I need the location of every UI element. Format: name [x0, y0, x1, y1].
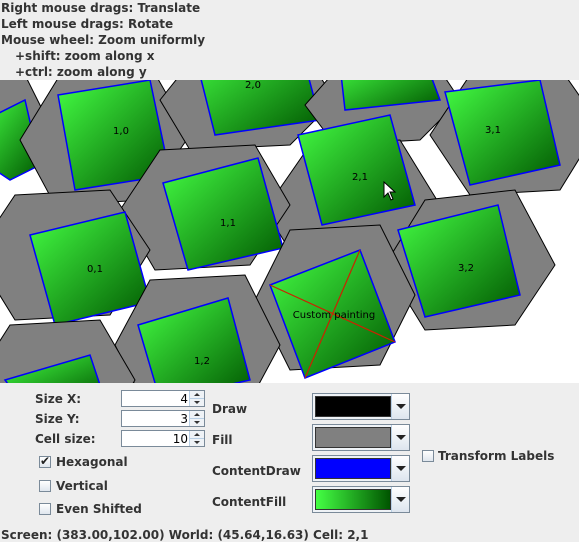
content-fill-label: ContentFill	[212, 495, 287, 509]
check-icon: ✔	[40, 454, 51, 468]
size-y-value: 3	[180, 412, 188, 426]
help-zoom-y: +ctrl: zoom along y	[15, 65, 147, 79]
hexagonal-label[interactable]: Hexagonal	[56, 455, 128, 469]
cell-label-2-1: 2,1	[352, 172, 368, 183]
cell-label-0-1: 0,1	[87, 264, 103, 275]
content-fill-color-combo[interactable]	[312, 486, 410, 513]
chevron-down-icon[interactable]	[194, 421, 200, 424]
draw-label: Draw	[212, 402, 248, 416]
size-y-stepper[interactable]	[189, 411, 204, 426]
even-shifted-checkbox[interactable]	[39, 503, 51, 515]
help-translate: Right mouse drags: Translate	[1, 1, 201, 15]
size-x-spinner[interactable]: 4	[121, 390, 205, 407]
draw-color-combo[interactable]	[312, 393, 410, 420]
chevron-down-icon	[396, 435, 406, 440]
transform-labels-label[interactable]: Transform Labels	[438, 449, 554, 463]
size-x-stepper[interactable]	[189, 391, 204, 406]
help-zoom-x: +shift: zoom along x	[15, 49, 155, 63]
size-y-label: Size Y:	[35, 412, 80, 426]
help-zoom: Mouse wheel: Zoom uniformly	[1, 33, 206, 47]
content-draw-color-swatch	[315, 458, 391, 479]
hex-cell-3-1	[429, 80, 579, 196]
content-fill-color-swatch	[315, 489, 391, 510]
cell-label-1-2: 1,2	[194, 356, 210, 367]
size-y-spinner[interactable]: 3	[121, 410, 205, 427]
cell-size-stepper[interactable]	[189, 431, 204, 446]
cell-label-3-1: 3,1	[485, 125, 501, 136]
vertical-label[interactable]: Vertical	[56, 479, 108, 493]
cell-label-1-1: 1,1	[220, 218, 236, 229]
hexagonal-checkbox[interactable]: ✔	[39, 454, 51, 468]
size-x-label: Size X:	[35, 392, 82, 406]
content-draw-dropdown-button[interactable]	[391, 456, 409, 481]
fill-label: Fill	[212, 433, 233, 447]
chevron-down-icon	[396, 466, 406, 471]
size-x-value: 4	[180, 392, 188, 406]
chevron-down-icon[interactable]	[194, 441, 200, 444]
content-fill-dropdown-button[interactable]	[391, 487, 409, 512]
cell-size-label: Cell size:	[35, 432, 96, 446]
cell-label-1-0: 1,0	[113, 126, 129, 137]
help-panel: Right mouse drags: Translate Left mouse …	[0, 0, 579, 80]
even-shifted-label[interactable]: Even Shifted	[56, 502, 142, 516]
grid-canvas[interactable]: 2,0 1,0 3,1 2,1 1,1 0,1 3,2 1,2 Custom p…	[0, 80, 579, 383]
draw-color-swatch	[315, 396, 391, 417]
fill-dropdown-button[interactable]	[391, 425, 409, 450]
cell-label-2-0: 2,0	[245, 80, 261, 91]
transform-labels-checkbox[interactable]	[422, 450, 434, 462]
cell-size-value: 10	[172, 432, 188, 446]
custom-painting-label: Custom painting	[293, 310, 375, 321]
cell-label-3-2: 3,2	[458, 263, 474, 274]
fill-color-swatch	[315, 427, 391, 448]
hex-cell-bottom-left	[0, 319, 136, 383]
chevron-up-icon[interactable]	[194, 433, 200, 436]
vertical-checkbox[interactable]	[39, 480, 51, 492]
chevron-down-icon	[396, 404, 406, 409]
fill-color-combo[interactable]	[312, 424, 410, 451]
draw-dropdown-button[interactable]	[391, 394, 409, 419]
chevron-up-icon[interactable]	[194, 413, 200, 416]
chevron-down-icon[interactable]	[194, 401, 200, 404]
status-bar: Screen: (383.00,102.00) World: (45.64,16…	[1, 528, 369, 542]
content-draw-label: ContentDraw	[212, 464, 301, 478]
content-draw-color-combo[interactable]	[312, 455, 410, 482]
chevron-up-icon[interactable]	[194, 393, 200, 396]
cell-size-spinner[interactable]: 10	[121, 430, 205, 447]
help-rotate: Left mouse drags: Rotate	[1, 17, 174, 31]
chevron-down-icon	[396, 497, 406, 502]
